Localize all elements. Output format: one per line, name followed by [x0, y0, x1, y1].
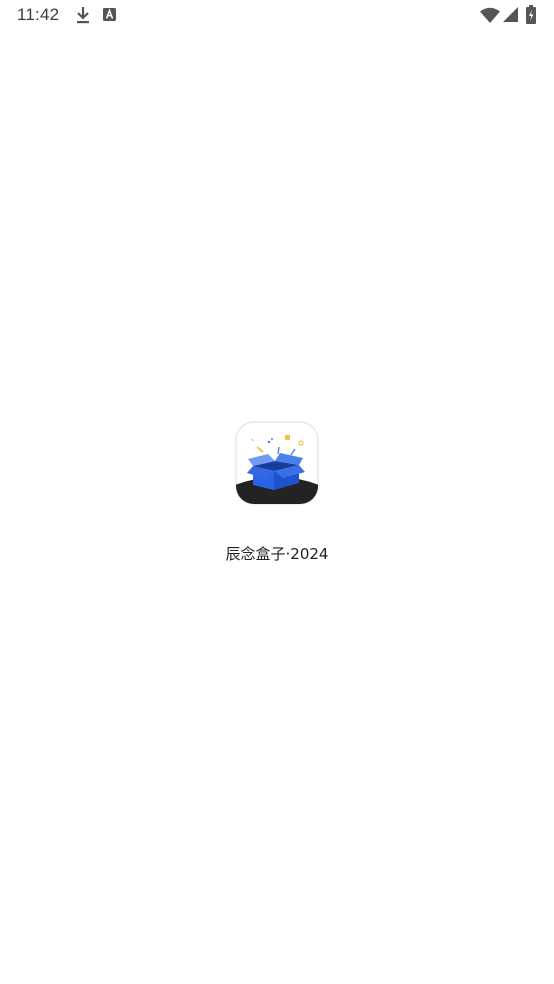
signal-icon — [503, 7, 518, 22]
battery-icon — [526, 5, 536, 24]
a-icon — [103, 8, 116, 21]
download-icon — [77, 7, 89, 24]
status-bar: 11:42 — [0, 0, 554, 30]
wifi-icon — [480, 7, 500, 23]
splash-screen: 11:42 辰念盒子·2024 — [0, 0, 554, 984]
status-time: 11:42 — [17, 5, 60, 24]
gift-box-icon — [235, 421, 319, 505]
app-name: 辰念盒子·2024 — [225, 545, 329, 563]
